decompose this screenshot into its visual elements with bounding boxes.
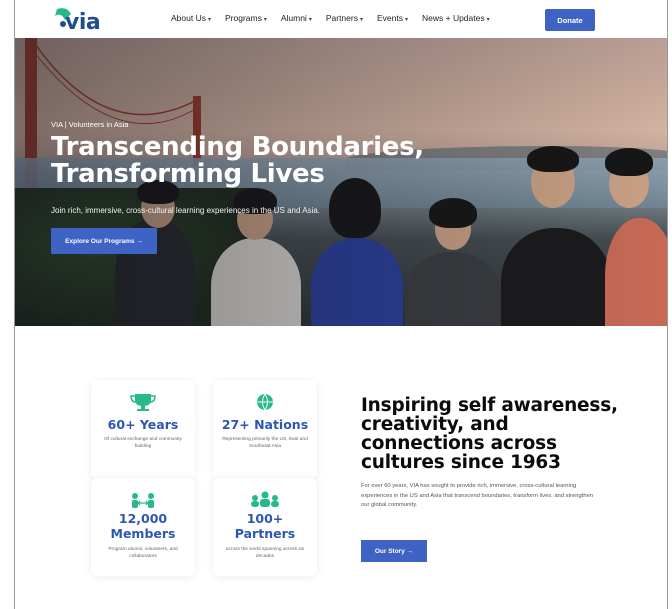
people-arrows-icon	[132, 493, 154, 508]
trophy-icon	[130, 394, 156, 411]
chevron-down-icon: ▾	[359, 17, 363, 23]
chevron-down-icon: ▾	[486, 17, 490, 23]
nav-events[interactable]: Events ▾	[377, 13, 408, 23]
hero-banner: VIA | Volunteers in Asia Transcending Bo…	[15, 38, 667, 326]
stat-card-partners: 100+ Partners across the world spanning …	[213, 478, 317, 576]
nav-partners[interactable]: Partners ▾	[326, 13, 363, 23]
chevron-down-icon: ▾	[308, 17, 312, 23]
explore-programs-button[interactable]: Explore Our Programs →	[51, 228, 157, 254]
logo-text: via	[65, 10, 101, 35]
stat-value: 27+ Nations	[221, 417, 309, 432]
nav-news-updates[interactable]: News + Updates ▾	[422, 13, 490, 23]
hero-title-line1: Transcending Boundaries,	[51, 132, 424, 162]
stat-card-members: 12,000 Members Program alumni, volunteer…	[91, 478, 195, 576]
nav-label: Programs	[224, 13, 262, 23]
stat-caption: across the world spanning across six dec…	[225, 547, 305, 559]
nav-about-us[interactable]: About Us ▾	[171, 13, 211, 23]
page-frame: via About Us ▾ Programs ▾ Alumni ▾ Partners…	[14, 0, 668, 609]
stat-caption: Program alumni, volunteers, and collabor…	[108, 547, 178, 559]
donate-button[interactable]: Donate	[545, 9, 595, 31]
nav-label: Alumni	[280, 13, 307, 23]
stat-card-nations: 27+ Nations Representing primarily the U…	[213, 380, 317, 478]
nav-label: Events	[376, 13, 403, 23]
group-icon	[251, 491, 279, 507]
hero-eyebrow: VIA | Volunteers in Asia	[51, 120, 129, 129]
via-logo[interactable]: via	[51, 4, 111, 35]
chevron-down-icon: ▾	[207, 17, 211, 23]
hero-title-line2: Transforming Lives	[51, 159, 325, 189]
about-heading: Inspiring self awareness, creativity, an…	[361, 395, 618, 473]
stat-caption: Representing primarily the US, East and …	[222, 437, 308, 449]
hero-title: Transcending Boundaries, Transforming Li…	[51, 134, 451, 188]
stat-value-line1: 100+	[246, 511, 284, 526]
about-body: For over 60 years, VIA has sought to pro…	[361, 483, 594, 508]
our-story-button[interactable]: Our Story →	[361, 540, 427, 562]
main-nav: About Us ▾ Programs ▾ Alumni ▾ Partners ▾ Ev…	[171, 13, 504, 23]
nav-label: Partners	[325, 13, 358, 23]
stat-value: 60+ Years	[107, 417, 179, 432]
stat-value-line2: Members	[110, 526, 176, 541]
nav-alumni[interactable]: Alumni ▾	[281, 13, 312, 23]
hero-subtitle: Join rich, immersive, cross-cultural lea…	[51, 206, 321, 215]
chevron-down-icon: ▾	[404, 17, 408, 23]
stat-value-line2: Partners	[234, 526, 296, 541]
nav-label: News + Updates	[422, 13, 485, 23]
stat-caption: Of cultural exchange and community build…	[104, 437, 182, 449]
chevron-down-icon: ▾	[263, 17, 267, 23]
site-header: via About Us ▾ Programs ▾ Alumni ▾ Partners…	[15, 0, 667, 38]
stat-card-years: 60+ Years Of cultural exchange and commu…	[91, 380, 195, 478]
globe-icon	[257, 393, 273, 411]
nav-programs[interactable]: Programs ▾	[225, 13, 267, 23]
stat-value-line1: 12,000	[118, 511, 168, 526]
nav-label: About Us	[171, 13, 206, 23]
